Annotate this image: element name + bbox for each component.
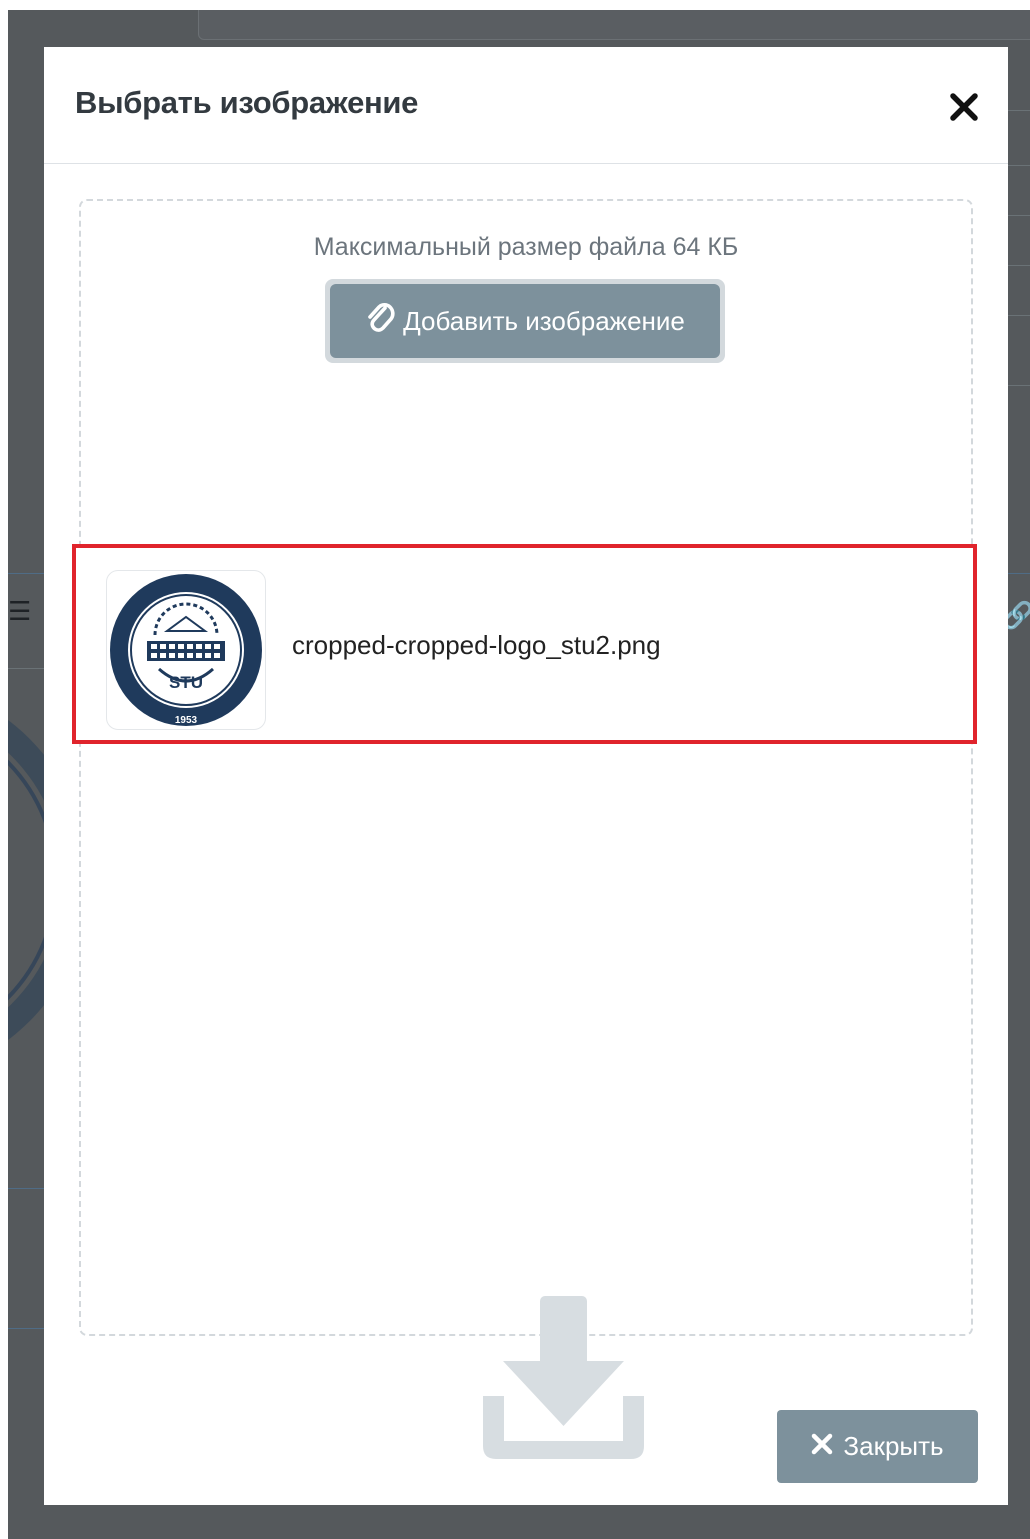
background-divider (1008, 315, 1030, 316)
background-divider (1008, 165, 1030, 166)
max-file-size-text: Максимальный размер файла 64 КБ (313, 233, 739, 261)
file-name: cropped-cropped-logo_stu2.png (292, 630, 661, 660)
background-document-text (0, 0, 7, 10)
close-button[interactable]: Закрыть (777, 1410, 978, 1483)
add-image-button-face[interactable]: Добавить изображение (330, 284, 720, 358)
close-icon (811, 1431, 833, 1462)
file-list-item[interactable]: STU 1953 cropped-cropped-logo_stu2.png (72, 544, 977, 744)
file-dropzone[interactable]: Максимальный размер файла 64 КБ Добавить… (79, 199, 973, 1459)
background-divider (1008, 110, 1030, 111)
add-image-button-label: Добавить изображение (403, 305, 685, 336)
modal-header: Выбрать изображение (44, 47, 1008, 164)
background-divider (8, 573, 48, 574)
file-thumbnail: STU 1953 (106, 570, 266, 730)
background-divider (1008, 385, 1030, 386)
add-image-button[interactable]: Добавить изображение (325, 279, 725, 363)
background-document-strip (0, 0, 1030, 10)
paperclip-icon (365, 301, 395, 342)
close-icon[interactable] (948, 91, 980, 123)
logo-year-text: 1953 (175, 715, 198, 726)
select-image-modal: Выбрать изображение Максимальный размер … (44, 47, 1008, 1505)
background-divider (1008, 215, 1030, 216)
background-toolbar (198, 10, 1030, 40)
page: ☰ 🔗 Выбрать изображение Максимальный раз… (0, 0, 1030, 1539)
modal-title: Выбрать изображение (75, 85, 419, 120)
background-divider (1008, 265, 1030, 266)
background-divider (1008, 573, 1030, 574)
download-icon (481, 1296, 646, 1461)
background-divider (8, 668, 48, 669)
background-divider (8, 1188, 48, 1189)
background-menu-icon: ☰ (8, 596, 32, 626)
close-button-label: Закрыть (843, 1431, 944, 1461)
logo-center-text: STU (169, 673, 203, 692)
background-divider (8, 1328, 48, 1329)
